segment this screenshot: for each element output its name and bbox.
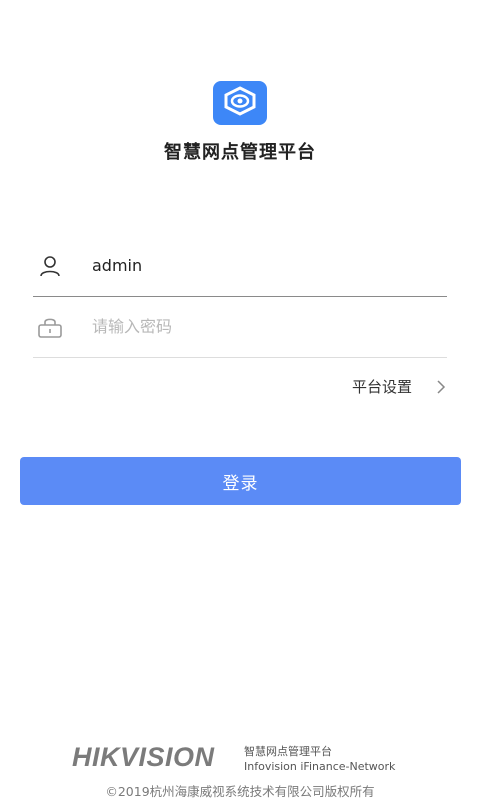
footer-product-name: 智慧网点管理平台 <box>244 745 332 758</box>
lock-icon <box>33 316 67 338</box>
password-input[interactable] <box>92 317 412 336</box>
password-field[interactable] <box>33 296 447 358</box>
app-logo <box>213 81 267 125</box>
login-button[interactable]: 登录 <box>20 457 461 505</box>
platform-settings-label: 平台设置 <box>351 378 412 396</box>
camera-logo-icon <box>223 86 257 120</box>
hikvision-logo: HIKVISION <box>72 742 215 772</box>
username-field[interactable] <box>33 235 447 297</box>
chevron-right-icon <box>436 379 446 395</box>
username-input[interactable] <box>92 256 412 275</box>
footer-product-info: 智慧网点管理平台 Infovision iFinance-Network <box>244 744 395 774</box>
user-icon <box>33 255 67 277</box>
footer-product-sub: Infovision iFinance-Network <box>244 760 396 773</box>
platform-settings-link[interactable]: 平台设置 <box>352 376 446 397</box>
copyright-text: ©2019杭州海康威视系统技术有限公司版权所有 <box>105 784 375 799</box>
app-title: 智慧网点管理平台 <box>164 142 316 163</box>
